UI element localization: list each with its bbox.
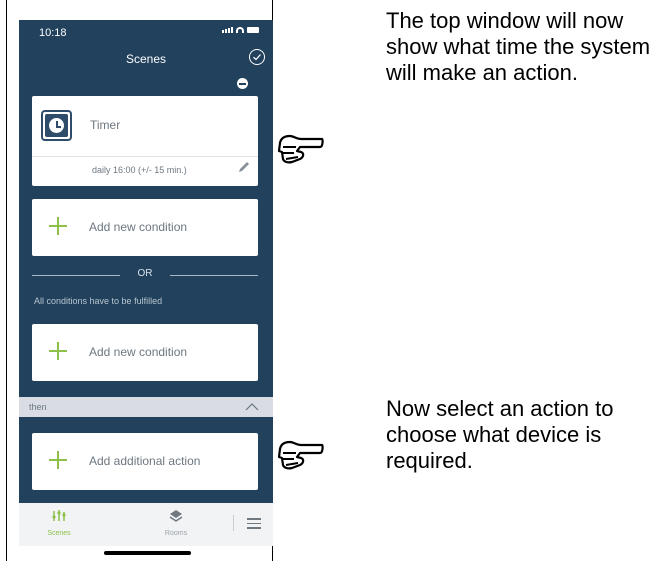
add-condition-label: Add new condition — [89, 220, 188, 234]
card-divider — [32, 156, 258, 157]
instruction-note-top: The top window will now show what time t… — [386, 8, 651, 85]
timer-condition-card[interactable]: Timer daily 16:00 (+/- 15 min.) — [32, 96, 258, 186]
signal-icon — [222, 27, 233, 33]
or-separator: OR — [32, 268, 258, 282]
plus-icon — [49, 217, 67, 235]
timer-schedule: daily 16:00 (+/- 15 min.) — [92, 165, 187, 175]
bottom-tab-bar: Scenes Rooms — [19, 503, 273, 546]
battery-icon — [247, 27, 259, 33]
status-icons — [222, 27, 259, 33]
then-label: then — [29, 402, 47, 412]
tab-separator — [233, 515, 234, 531]
status-time: 10:18 — [39, 27, 67, 39]
plus-icon — [49, 451, 67, 469]
phone-screen: 10:18 Scenes Timer daily 16:00 (+/- 15 m… — [19, 20, 273, 546]
or-label: OR — [137, 268, 153, 279]
chevron-up-icon[interactable] — [245, 403, 259, 411]
confirm-check-icon[interactable] — [249, 49, 265, 65]
then-section-header[interactable]: then — [19, 397, 273, 417]
tab-scenes-label: Scenes — [47, 530, 71, 537]
wifi-icon — [236, 27, 244, 33]
tab-rooms[interactable]: Rooms — [156, 509, 196, 537]
plus-icon — [49, 342, 67, 360]
add-condition-button-2[interactable]: Add new condition — [32, 324, 258, 381]
menu-icon[interactable] — [247, 518, 261, 532]
timer-label: Timer — [90, 118, 121, 132]
remove-condition-icon[interactable] — [237, 78, 248, 89]
tab-scenes[interactable]: Scenes — [39, 509, 79, 537]
add-condition-button-1[interactable]: Add new condition — [32, 199, 258, 256]
scenes-icon — [52, 510, 66, 521]
home-indicator — [104, 551, 191, 555]
frame-left-border — [6, 0, 7, 561]
tab-rooms-label: Rooms — [164, 530, 188, 537]
pointing-hand-icon — [277, 440, 324, 470]
pointing-hand-icon — [277, 134, 324, 164]
all-conditions-note: All conditions have to be fulfilled — [34, 296, 163, 306]
add-action-button[interactable]: Add additional action — [32, 433, 258, 490]
add-condition-label: Add new condition — [89, 345, 188, 359]
rooms-icon — [169, 510, 183, 522]
page-title: Scenes — [125, 52, 167, 66]
status-bar: 10:18 — [19, 20, 273, 44]
clock-icon — [41, 110, 72, 141]
add-action-label: Add additional action — [89, 454, 201, 468]
instruction-note-bottom: Now select an action to choose what devi… — [386, 396, 614, 473]
pencil-icon[interactable] — [237, 160, 251, 174]
